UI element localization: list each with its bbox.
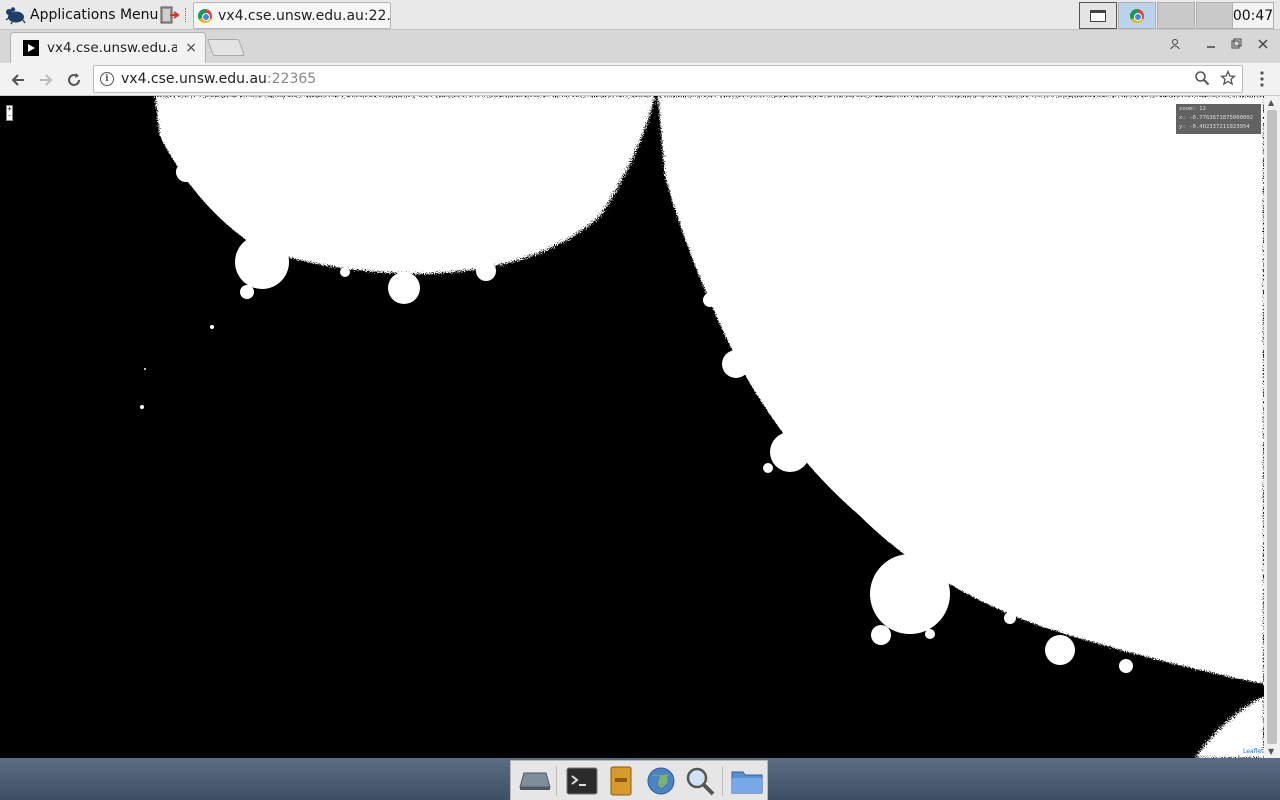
coordinates-panel: zoom: 12 x: -0.7763671875000002 y: -0.40… [1176, 104, 1261, 134]
terminal-icon[interactable] [562, 763, 601, 799]
address-bar[interactable]: i vx4.cse.unsw.edu.au:22365 [93, 65, 1243, 93]
desktop-icon[interactable] [515, 763, 554, 799]
tab-title: vx4.cse.unsw.edu.au [47, 40, 177, 56]
search-icon[interactable] [680, 763, 719, 799]
minimize-icon[interactable] [1198, 34, 1224, 54]
star-icon[interactable] [1220, 70, 1236, 86]
folder-icon[interactable] [728, 763, 767, 799]
chromium-icon [198, 8, 212, 23]
tab-strip: vx4.cse.unsw.edu.au × [0, 30, 1280, 63]
profile-icon[interactable] [1162, 34, 1188, 54]
workspace-2[interactable] [1118, 2, 1156, 29]
menu-icon[interactable] [1255, 69, 1269, 89]
window-controls [1162, 34, 1276, 54]
workspace-4[interactable] [1196, 2, 1234, 29]
info-icon[interactable]: i [100, 72, 114, 86]
new-tab-button[interactable] [206, 39, 246, 56]
xfce-mouse-icon [5, 7, 26, 25]
web-browser-icon[interactable] [641, 763, 680, 799]
logout-icon[interactable] [158, 5, 180, 25]
tab-active[interactable]: vx4.cse.unsw.edu.au × [10, 32, 206, 63]
page-viewport: + - zoom: 12 x: -0.7763671875000002 y: -… [0, 96, 1280, 758]
close-icon[interactable] [1250, 34, 1276, 54]
favicon-icon [23, 40, 39, 56]
zoom-control[interactable]: + - [6, 105, 13, 121]
workspace-3[interactable] [1157, 2, 1195, 29]
url-host: vx4.cse.unsw.edu.au [121, 71, 267, 87]
workspace-switcher [1079, 2, 1234, 29]
leaflet-attribution-link[interactable]: Leaflet [1242, 748, 1265, 755]
mandelbrot-map[interactable] [0, 96, 1264, 758]
tab-close-icon[interactable]: × [185, 40, 197, 56]
workspace-1[interactable] [1079, 2, 1117, 29]
x-readout: x: -0.7763671875000002 [1179, 115, 1254, 121]
dock [510, 760, 768, 800]
window-icon [1090, 9, 1106, 22]
maximize-icon[interactable] [1224, 34, 1250, 54]
applications-menu-label: Applications Menu [30, 7, 159, 23]
zoom-icon[interactable] [1194, 70, 1210, 86]
taskbar-item-browser[interactable]: vx4.cse.unsw.edu.au:22... [193, 2, 391, 29]
scrollbar-thumb[interactable] [1267, 110, 1277, 744]
forward-icon[interactable] [33, 67, 59, 93]
reload-icon[interactable] [61, 67, 87, 93]
zoom-readout: zoom: 12 [1179, 106, 1206, 112]
vertical-scrollbar[interactable]: ▲ ▼ [1264, 96, 1280, 758]
file-manager-icon[interactable] [602, 763, 641, 799]
chromium-icon [1130, 8, 1144, 23]
panel-separator [185, 8, 189, 22]
y-readout: y: -0.402337211023954 [1179, 124, 1250, 130]
applications-menu-button[interactable]: Applications Menu [4, 3, 158, 27]
scroll-down-icon[interactable]: ▼ [1268, 747, 1274, 756]
browser-toolbar: i vx4.cse.unsw.edu.au:22365 [0, 63, 1280, 96]
url-port: :22365 [266, 71, 317, 87]
clock[interactable]: 00:47 [1232, 2, 1274, 29]
scroll-up-icon[interactable]: ▲ [1268, 98, 1274, 107]
back-icon[interactable] [5, 67, 31, 93]
taskbar-item-title: vx4.cse.unsw.edu.au:22... [218, 7, 391, 24]
top-panel: Applications Menu vx4.cse.unsw.edu.au:22… [0, 0, 1280, 30]
